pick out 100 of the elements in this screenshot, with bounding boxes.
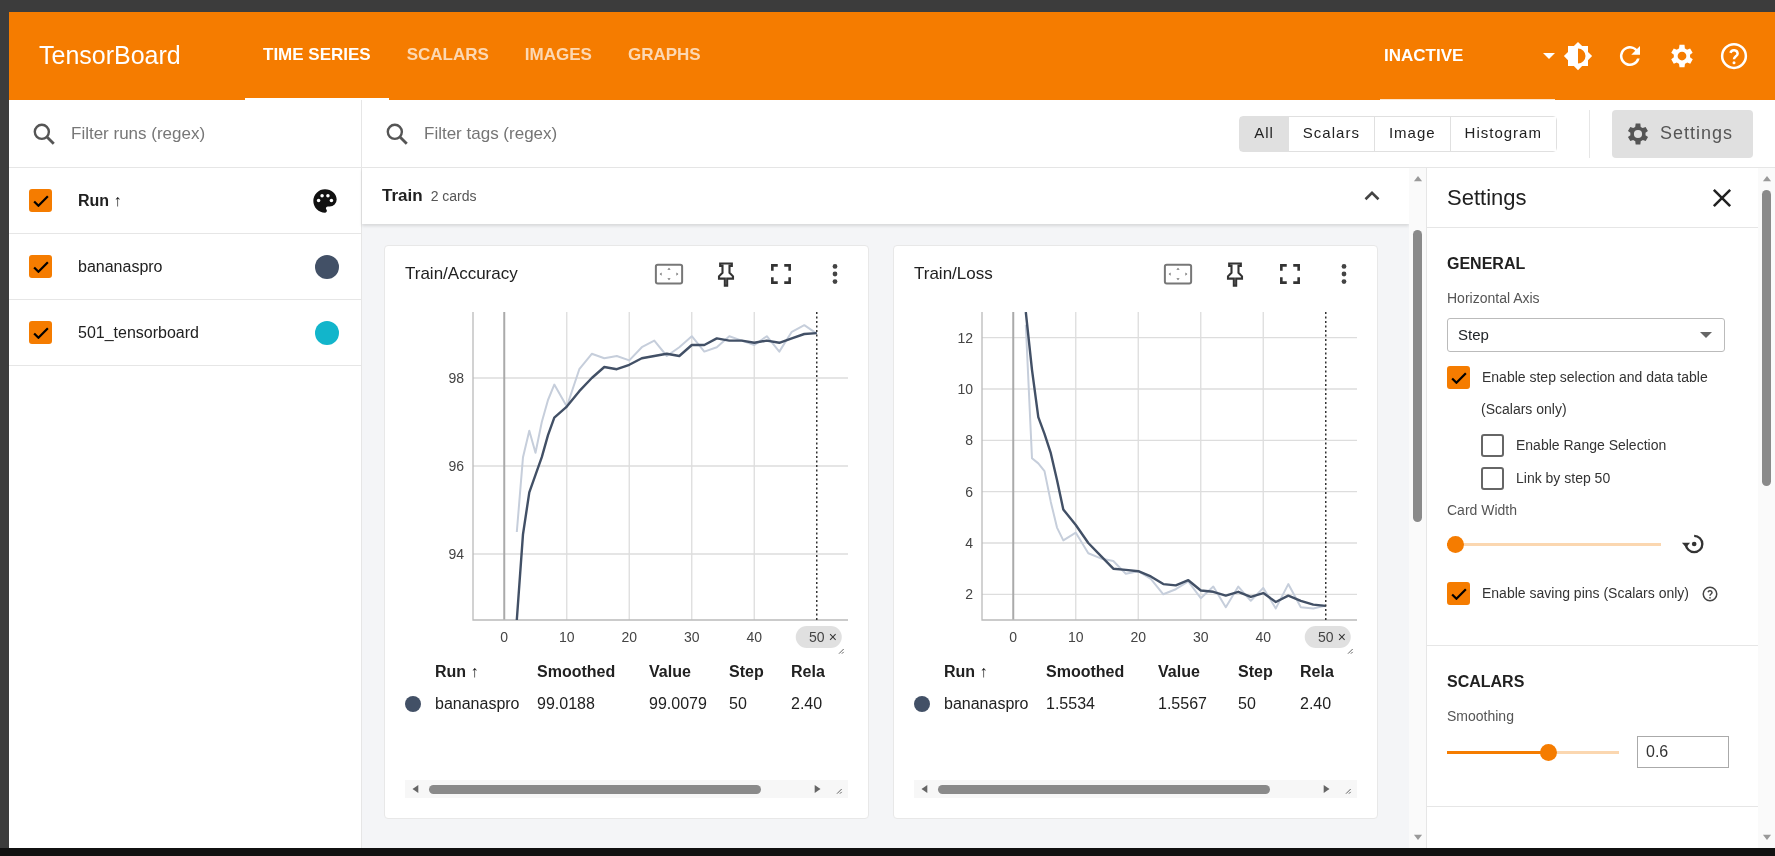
scroll-thumb[interactable] <box>1762 190 1771 486</box>
slider-track[interactable] <box>1447 743 1619 761</box>
card-count: 2 cards <box>430 186 477 206</box>
table-cell-text: 50 <box>1238 694 1257 714</box>
table-header-cell[interactable]: Run ↑ <box>405 660 537 684</box>
table-cell-text: 99.0079 <box>649 694 708 714</box>
vertical-scrollbar[interactable] <box>1409 168 1426 848</box>
caret-icon <box>1543 52 1555 59</box>
checkbox[interactable] <box>29 189 52 212</box>
table-cell-text: 2.40 <box>1300 694 1333 714</box>
table-header-cell-text: Rela <box>1300 662 1335 682</box>
filter-toggle[interactable]: Histogram <box>1449 116 1556 151</box>
axis-tick-label: 12 <box>957 329 973 346</box>
chip-close-icon[interactable]: × <box>828 629 837 645</box>
palette-icon[interactable] <box>311 186 339 215</box>
smoothing-field[interactable]: 0.6 <box>1637 736 1729 768</box>
table-header-cell-text: Value <box>1158 662 1201 682</box>
section-heading: GENERAL <box>1447 254 1527 274</box>
axis-tick-label: 40 <box>1255 629 1272 645</box>
filter-runs-field[interactable]: Filter runs (regex) <box>69 119 361 148</box>
checkbox-label: Enable step selection and data table <box>1482 368 1708 387</box>
axis-tick-label: 6 <box>965 483 973 500</box>
checkbox-label: Enable Range Selection <box>1516 436 1667 455</box>
step-chip[interactable]: 50 × <box>1304 626 1351 648</box>
axis-tick-label: 96 <box>448 458 464 474</box>
table-cell-text: 1.5567 <box>1158 694 1208 714</box>
checkmark-icon <box>1450 587 1467 600</box>
table-header-cell-text: Rela <box>791 662 826 682</box>
axis-tick-label: 2 <box>965 586 973 603</box>
axis-tick-label: 8 <box>965 432 973 449</box>
checkbox[interactable] <box>29 255 52 278</box>
card-title: Train/Accuracy <box>405 263 519 286</box>
scroll-thumb[interactable] <box>1413 230 1422 522</box>
group-title: Train <box>382 185 423 208</box>
help-icon[interactable] <box>1701 584 1719 603</box>
checkbox[interactable] <box>1481 434 1504 457</box>
filter-toggle[interactable]: All <box>1240 116 1288 151</box>
table-cell-text: 2.40 <box>791 694 824 714</box>
checkbox-note: (Scalars only) <box>1481 400 1568 419</box>
axis-tick-label: 4 <box>965 535 973 551</box>
slider-track[interactable] <box>1447 535 1661 553</box>
table-header-cell-text: Smoothed <box>537 662 617 682</box>
caret-icon <box>1700 332 1712 338</box>
checkbox[interactable] <box>1447 582 1470 605</box>
checkmark-icon <box>32 260 49 273</box>
run-color-dot[interactable] <box>315 320 339 345</box>
slider-thumb[interactable] <box>1447 535 1464 553</box>
axis-tick-label: 30 <box>683 629 700 645</box>
select-value: Step <box>1458 324 1489 345</box>
axis-tick-label: 94 <box>448 546 464 562</box>
run-color-dot[interactable] <box>315 254 339 279</box>
table-cell-text: bananaspro <box>435 694 520 714</box>
checkbox[interactable] <box>29 321 52 344</box>
horizontal-scrollbar[interactable] <box>405 780 848 798</box>
column-header[interactable]: Run ↑ <box>78 188 311 213</box>
axis-tick-label: 10 <box>957 381 973 397</box>
scroll-thumb[interactable] <box>429 784 761 794</box>
brightness-icon[interactable] <box>1563 41 1593 71</box>
table-cell-text: 1.5534 <box>1046 694 1096 714</box>
axis-tick-label: 50 <box>808 629 825 645</box>
axis-tick-label: 10 <box>558 629 575 645</box>
table-header-cell-text: Value <box>649 662 692 682</box>
checkbox[interactable] <box>1481 467 1504 490</box>
checkmark-icon <box>1450 371 1467 384</box>
fullscreen-icon[interactable] <box>768 261 794 287</box>
app-logo: TensorBoard <box>39 40 182 72</box>
settings-button[interactable]: Settings <box>1611 109 1753 158</box>
axis-tick-label: 50 <box>1317 629 1334 645</box>
axis-tick-label: 20 <box>1130 629 1147 645</box>
axis-tick-label: 98 <box>448 370 464 386</box>
axis-tick-label: 10 <box>1067 629 1084 645</box>
axis-tick-label: 20 <box>621 629 638 645</box>
checkbox[interactable] <box>1447 366 1470 389</box>
checkmark-icon <box>32 194 49 207</box>
horizontal-axis-select[interactable]: Step <box>1447 318 1725 352</box>
vertical-scrollbar[interactable] <box>1758 168 1775 848</box>
axis-tick-label: 0 <box>1009 629 1018 645</box>
checkbox-label: Enable saving pins (Scalars only) <box>1482 584 1689 603</box>
table-header-cell[interactable]: Run ↑ <box>914 660 1046 684</box>
axis-tick-label: 30 <box>1192 629 1209 645</box>
panel-title: Settings <box>1447 184 1527 212</box>
fullscreen-icon[interactable] <box>1277 261 1303 287</box>
table-header-cell-text: Smoothed <box>1046 662 1126 682</box>
table-header-cell-text: Step <box>729 662 765 682</box>
checkbox-label: Link by step 50 <box>1516 469 1611 488</box>
setting-label: Card Width <box>1447 501 1519 520</box>
setting-label: Horizontal Axis <box>1447 289 1541 308</box>
run-name: 501_tensorboard <box>78 322 200 343</box>
run-name: bananaspro <box>78 256 164 277</box>
setting-label: Smoothing <box>1447 707 1515 726</box>
slider-thumb[interactable] <box>1540 743 1557 761</box>
scroll-thumb[interactable] <box>938 784 1270 794</box>
card-title: Train/Loss <box>914 263 994 286</box>
section-heading: SCALARS <box>1447 672 1526 692</box>
table-cell-text: 99.0188 <box>537 694 596 714</box>
horizontal-scrollbar[interactable] <box>914 780 1357 798</box>
checkmark-icon <box>32 326 49 339</box>
axis-tick-label: 0 <box>500 629 509 645</box>
step-chip[interactable]: 50 × <box>795 626 842 648</box>
chip-close-icon[interactable]: × <box>1337 629 1346 645</box>
